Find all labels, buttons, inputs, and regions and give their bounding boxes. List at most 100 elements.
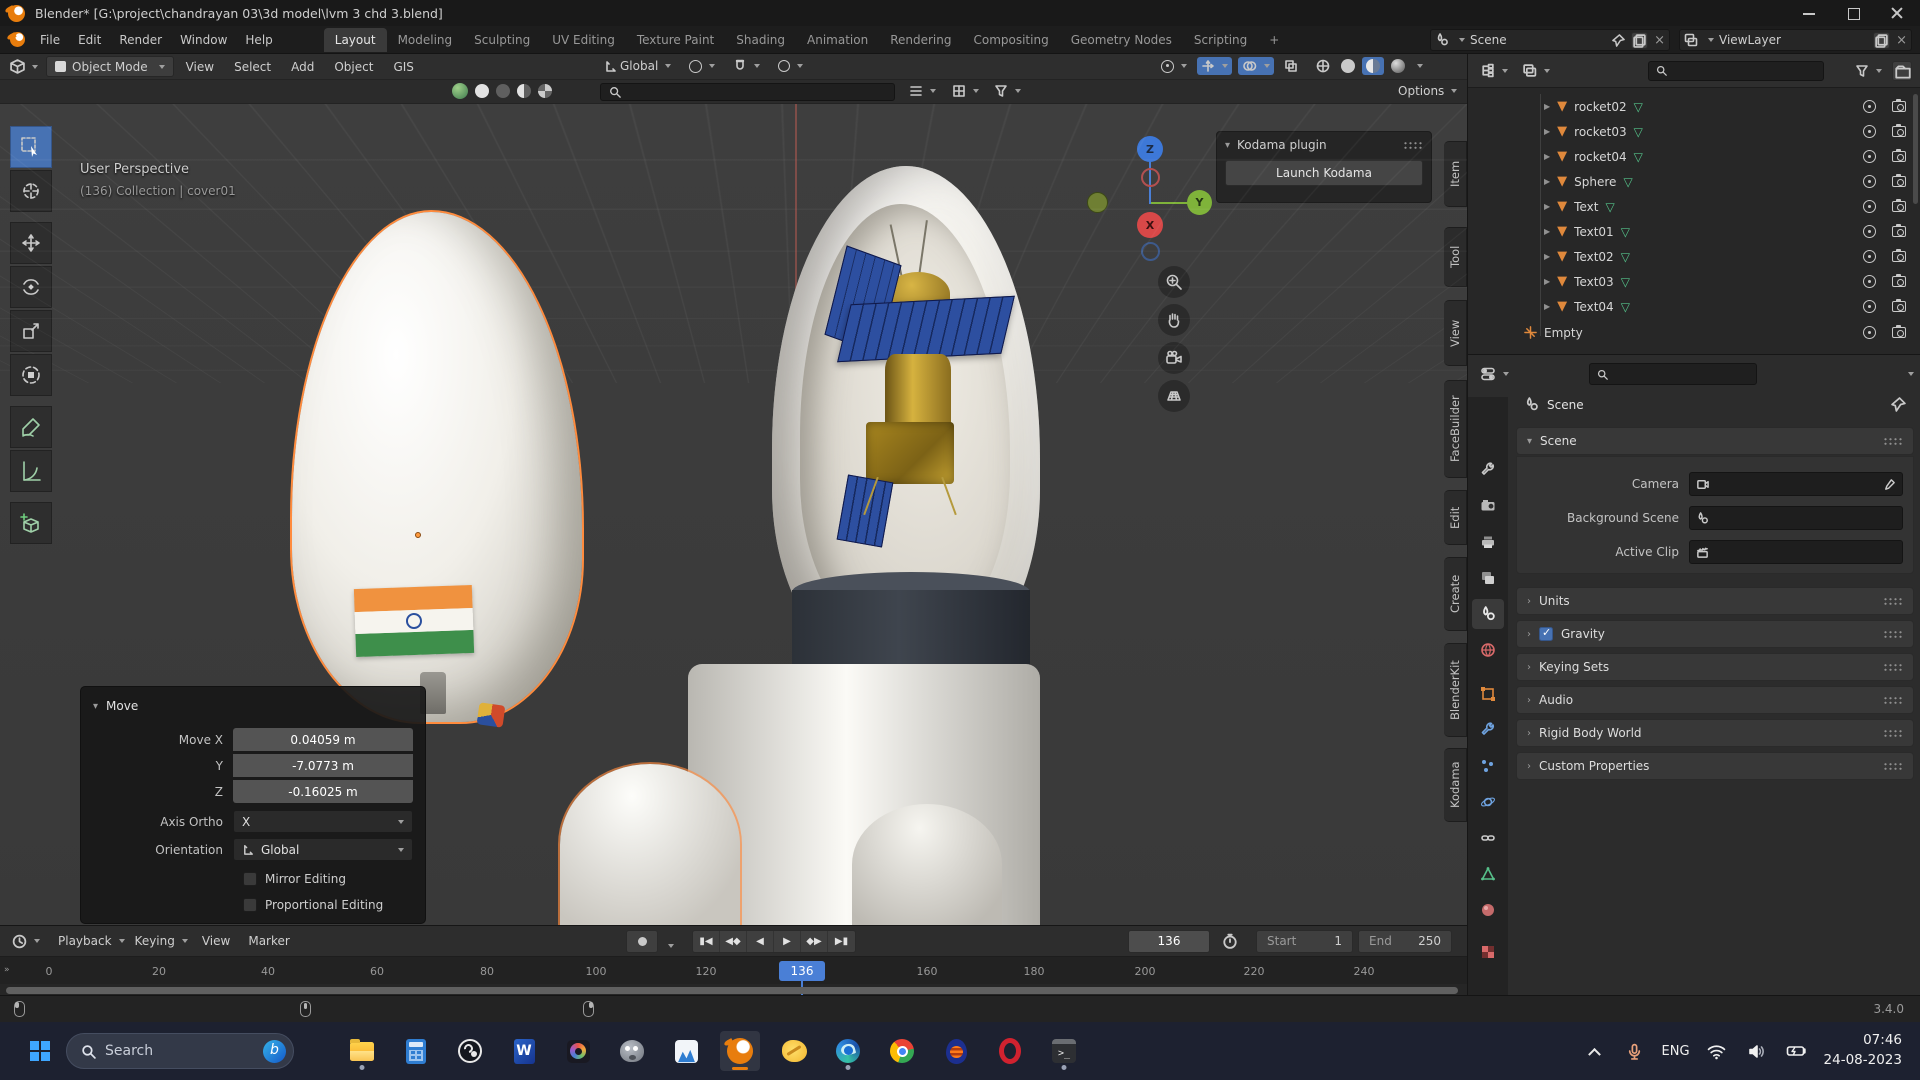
shading-material-button[interactable] bbox=[1362, 57, 1384, 75]
expand-icon[interactable]: ▶ bbox=[1544, 302, 1550, 311]
units-section[interactable]: ›Units bbox=[1516, 587, 1914, 615]
new-viewlayer-icon[interactable] bbox=[1873, 32, 1890, 49]
viewport-menu-gis[interactable]: GIS bbox=[385, 57, 421, 77]
expand-icon[interactable]: ▶ bbox=[1544, 177, 1550, 186]
move-z-field[interactable]: -0.16025 m bbox=[233, 780, 413, 803]
kodama-collapse-icon[interactable]: ▾ bbox=[1225, 140, 1230, 151]
menu-help[interactable]: Help bbox=[236, 29, 281, 51]
jump-to-end-button[interactable]: ▶▮ bbox=[828, 931, 855, 952]
viewlayer-selector[interactable]: ViewLayer × bbox=[1679, 29, 1912, 51]
hide-eye-toggle[interactable] bbox=[1863, 275, 1876, 288]
shading-dropdown-arrow[interactable] bbox=[1412, 59, 1423, 73]
gravity-checkbox[interactable]: ✓ bbox=[1539, 627, 1553, 641]
timeline-marker-menu[interactable]: Marker bbox=[240, 931, 297, 951]
filter-type-dropdown[interactable] bbox=[905, 82, 940, 100]
hide-eye-toggle[interactable] bbox=[1863, 125, 1876, 138]
sidebar-tab-create[interactable]: Create bbox=[1444, 557, 1467, 631]
minimize-button[interactable] bbox=[1802, 6, 1816, 20]
proportional-editing-checkbox[interactable] bbox=[243, 898, 257, 912]
outliner-row-text02[interactable]: ▶▼Text02▽ bbox=[1468, 244, 1920, 269]
tab-texture-properties[interactable] bbox=[1472, 937, 1504, 967]
sidebar-tab-edit[interactable]: Edit bbox=[1444, 490, 1467, 545]
sidebar-tab-tool[interactable]: Tool bbox=[1444, 227, 1467, 287]
properties-pin-icon[interactable] bbox=[1891, 397, 1906, 412]
navigation-gizmo[interactable]: Z Y X bbox=[1085, 134, 1215, 264]
menu-render[interactable]: Render bbox=[110, 29, 171, 51]
axis-ortho-dropdown[interactable]: X bbox=[233, 810, 413, 833]
brush-mode-icon-4[interactable] bbox=[538, 84, 552, 98]
camera-view-button[interactable] bbox=[1158, 342, 1190, 374]
keying-menu[interactable]: Keying bbox=[131, 932, 192, 950]
workspace-tab-scripting[interactable]: Scripting bbox=[1183, 28, 1258, 52]
move-x-field[interactable]: 0.04059 m bbox=[233, 728, 413, 751]
gizmo-neg-y-axis[interactable] bbox=[1087, 192, 1108, 213]
custom-properties-section[interactable]: ›Custom Properties bbox=[1516, 752, 1914, 780]
current-frame-field[interactable]: 136 bbox=[1128, 930, 1210, 953]
viewport-menu-select[interactable]: Select bbox=[226, 57, 279, 77]
tab-physics-properties[interactable] bbox=[1472, 787, 1504, 817]
render-camera-toggle[interactable] bbox=[1892, 201, 1906, 212]
proportional-editing-toggle[interactable] bbox=[774, 57, 807, 75]
tab-modifier-properties[interactable] bbox=[1472, 715, 1504, 745]
background-scene-field[interactable] bbox=[1689, 506, 1903, 530]
tab-scene-properties[interactable] bbox=[1472, 599, 1504, 629]
move-y-field[interactable]: -7.0773 m bbox=[233, 754, 413, 777]
expand-icon[interactable]: ▶ bbox=[1544, 152, 1550, 161]
orthographic-toggle-button[interactable] bbox=[1158, 380, 1190, 412]
booster-dome-right[interactable] bbox=[852, 804, 1002, 925]
tool-search-input[interactable] bbox=[600, 83, 895, 101]
outliner-search-input[interactable] bbox=[1648, 61, 1824, 81]
viewport-options-dropdown[interactable]: Options bbox=[1394, 82, 1461, 100]
shading-wireframe-button[interactable] bbox=[1312, 57, 1334, 75]
timeline-view-menu[interactable]: View bbox=[194, 931, 238, 951]
camera-field[interactable] bbox=[1689, 472, 1903, 496]
outliner-editor-type-dropdown[interactable] bbox=[1476, 61, 1512, 80]
visibility-dropdown[interactable] bbox=[1157, 57, 1191, 75]
gizmos-dropdown[interactable] bbox=[1197, 57, 1232, 75]
play-button[interactable]: ▶ bbox=[774, 931, 801, 952]
expand-icon[interactable]: ▶ bbox=[1544, 202, 1550, 211]
render-camera-toggle[interactable] bbox=[1892, 226, 1906, 237]
tab-render-properties[interactable] bbox=[1472, 491, 1504, 521]
3d-viewport[interactable]: User Perspective (136) Collection | cove… bbox=[0, 104, 1467, 925]
start-button[interactable] bbox=[20, 1031, 60, 1071]
active-clip-field[interactable] bbox=[1689, 540, 1903, 564]
remove-viewlayer-icon[interactable]: × bbox=[1896, 33, 1907, 48]
rigid-body-world-section[interactable]: ›Rigid Body World bbox=[1516, 719, 1914, 747]
tool-move[interactable] bbox=[10, 222, 52, 264]
expand-icon[interactable]: ▶ bbox=[1544, 227, 1550, 236]
expand-icon[interactable]: ▶ bbox=[1544, 127, 1550, 136]
gizmo-z-axis[interactable]: Z bbox=[1137, 136, 1163, 162]
workspace-tab-rendering[interactable]: Rendering bbox=[879, 28, 962, 52]
workspace-tab-shading[interactable]: Shading bbox=[725, 28, 796, 52]
hide-eye-toggle[interactable] bbox=[1863, 225, 1876, 238]
timeline-scrollbar[interactable] bbox=[6, 987, 1458, 994]
menu-edit[interactable]: Edit bbox=[69, 29, 110, 51]
photos-waveform-icon[interactable] bbox=[666, 1031, 706, 1071]
wifi-icon[interactable] bbox=[1704, 1038, 1730, 1064]
obs-studio-icon[interactable] bbox=[450, 1031, 490, 1071]
outliner-filter-dropdown[interactable] bbox=[1851, 62, 1886, 80]
outliner-row-rocket02[interactable]: ▶▼rocket02▽ bbox=[1468, 94, 1920, 119]
opera-icon[interactable] bbox=[990, 1031, 1030, 1071]
section-grip-icon[interactable] bbox=[1883, 437, 1903, 446]
outliner-row-text03[interactable]: ▶▼Text03▽ bbox=[1468, 269, 1920, 294]
end-frame-field[interactable]: End250 bbox=[1358, 930, 1452, 953]
workspace-tab-texture-paint[interactable]: Texture Paint bbox=[626, 28, 725, 52]
workspace-tab-modeling[interactable]: Modeling bbox=[387, 28, 464, 52]
tab-material-properties[interactable] bbox=[1472, 895, 1504, 925]
render-camera-toggle[interactable] bbox=[1892, 151, 1906, 162]
gizmo-neg-z-axis[interactable] bbox=[1141, 242, 1160, 261]
keying-set-dropdown-arrow[interactable] bbox=[663, 939, 674, 953]
properties-search-input[interactable] bbox=[1589, 363, 1757, 385]
zoom-button[interactable] bbox=[1158, 266, 1190, 298]
blender-menu-icon[interactable] bbox=[10, 32, 25, 47]
blender-taskbar-icon[interactable] bbox=[720, 1031, 760, 1071]
gizmo-y-axis[interactable]: Y bbox=[1187, 190, 1212, 215]
render-camera-toggle[interactable] bbox=[1892, 176, 1906, 187]
mode-selector[interactable]: Object Mode bbox=[46, 56, 174, 77]
xray-toggle[interactable] bbox=[1280, 57, 1302, 75]
render-camera-toggle[interactable] bbox=[1892, 251, 1906, 262]
gizmo-x-axis[interactable]: X bbox=[1137, 212, 1163, 238]
tool-add-cube[interactable] bbox=[10, 502, 52, 544]
